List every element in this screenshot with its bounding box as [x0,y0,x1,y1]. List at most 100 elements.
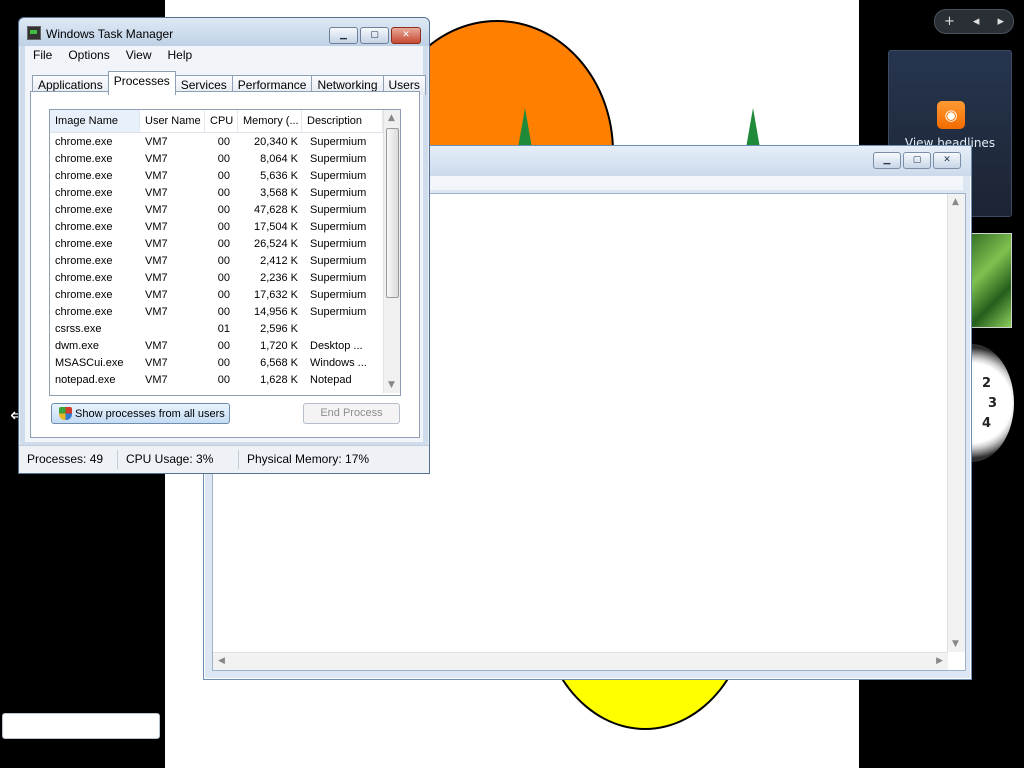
minimize-button[interactable]: ▁ [329,27,358,44]
process-memory: 26,524 K [253,238,298,250]
process-user: VM7 [145,272,168,284]
table-row[interactable]: chrome.exe VM7 00 8,064 K Supermium [50,151,383,168]
gadget-toolbar: + ◂ ▸ [934,9,1014,34]
process-user: VM7 [145,187,168,199]
process-description: Supermium [310,136,367,148]
next-gadget-button[interactable]: ▸ [997,14,1004,29]
show-all-processes-label: Show processes from all users [75,407,225,420]
process-name: chrome.exe [55,170,113,182]
green-spike-shape [746,108,760,148]
task-manager-window: Windows Task Manager ▁ ▢ ✕ File Options … [18,17,430,474]
task-manager-app-icon [27,26,41,40]
table-row[interactable]: dwm.exe VM7 00 1,720 K Desktop ... [50,338,383,355]
maximize-button[interactable]: ▢ [360,27,389,44]
process-user: VM7 [145,153,168,165]
scroll-right-icon[interactable]: ▶ [936,656,943,666]
process-memory: 17,632 K [253,289,298,301]
process-name: notepad.exe [55,374,116,386]
scroll-down-icon[interactable]: ▼ [952,639,959,649]
scroll-up-icon[interactable]: ▲ [388,113,395,123]
taskbar-thumbnail[interactable] [2,713,160,739]
horizontal-scrollbar[interactable]: ◀ ▶ [213,652,948,670]
process-memory: 17,504 K [253,221,298,233]
notepad-window-controls: ▁ ▢ ✕ [873,152,961,169]
process-memory: 47,628 K [253,204,298,216]
process-name: csrss.exe [55,323,102,335]
column-user-name[interactable]: User Name [140,110,205,132]
process-name: chrome.exe [55,306,113,318]
process-cpu: 00 [217,238,230,250]
prev-gadget-button[interactable]: ◂ [973,14,980,29]
menu-file[interactable]: File [25,46,60,65]
table-row[interactable]: chrome.exe VM7 00 20,340 K Supermium [50,134,383,151]
menu-options[interactable]: Options [60,46,117,65]
table-row[interactable]: MSASCui.exe VM7 00 6,568 K Windows ... [50,355,383,372]
scrollbar-thumb[interactable] [386,128,399,298]
table-row[interactable]: csrss.exe 01 2,596 K [50,321,383,338]
vertical-scrollbar[interactable]: ▲ ▼ [947,194,965,652]
process-user: VM7 [145,255,168,267]
window-controls: ▁ ▢ ✕ [329,27,421,44]
table-row[interactable]: chrome.exe VM7 00 2,412 K Supermium [50,253,383,270]
maximize-button[interactable]: ▢ [903,152,931,169]
process-user: VM7 [145,340,168,352]
table-row[interactable]: notepad.exe VM7 00 1,628 K Notepad [50,372,383,389]
process-name: chrome.exe [55,272,113,284]
column-image-name[interactable]: Image Name [50,110,140,132]
process-memory: 8,064 K [260,153,298,165]
process-cpu: 00 [217,357,230,369]
process-description [302,321,383,338]
window-title: Windows Task Manager [46,27,174,41]
menu-help[interactable]: Help [160,46,201,65]
process-user: VM7 [145,170,168,182]
end-process-button[interactable]: End Process [303,403,400,424]
column-memory[interactable]: Memory (... [238,110,302,132]
process-cpu: 00 [217,187,230,199]
process-cpu: 00 [217,204,230,216]
process-cpu: 00 [217,306,230,318]
column-description[interactable]: Description [302,110,383,132]
menu-view[interactable]: View [118,46,160,65]
scroll-up-icon[interactable]: ▲ [952,197,959,207]
process-user: VM7 [145,221,168,233]
show-all-processes-button[interactable]: Show processes from all users [51,403,230,424]
minimize-button[interactable]: ▁ [873,152,901,169]
table-row[interactable]: chrome.exe VM7 00 17,632 K Supermium [50,287,383,304]
table-row[interactable]: chrome.exe VM7 00 47,628 K Supermium [50,202,383,219]
process-description: Windows ... [310,357,367,369]
tab-processes[interactable]: Processes [107,71,176,95]
process-description: Supermium [310,204,367,216]
add-gadget-button[interactable]: + [944,14,955,29]
table-row[interactable]: chrome.exe VM7 00 26,524 K Supermium [50,236,383,253]
clock-number: 4 [982,416,992,431]
process-name: chrome.exe [55,221,113,233]
tab-strip: Applications Processes Services Performa… [32,71,426,95]
column-cpu[interactable]: CPU [205,110,238,132]
slideshow-gadget[interactable] [966,233,1012,328]
table-row[interactable]: chrome.exe VM7 00 3,568 K Supermium [50,185,383,202]
task-manager-titlebar[interactable]: Windows Task Manager ▁ ▢ ✕ [19,18,429,46]
clock-face: 2 3 4 [982,374,997,434]
process-name: chrome.exe [55,204,113,216]
process-cpu: 00 [217,153,230,165]
process-user: VM7 [145,289,168,301]
table-row[interactable]: chrome.exe VM7 00 2,236 K Supermium [50,270,383,287]
scroll-down-icon[interactable]: ▼ [388,380,395,390]
scroll-left-icon[interactable]: ◀ [218,656,225,666]
table-row[interactable]: chrome.exe VM7 00 5,636 K Supermium [50,168,383,185]
close-button[interactable]: ✕ [933,152,961,169]
process-list-scrollbar[interactable]: ▲ ▼ [383,110,400,393]
process-user [140,321,205,338]
process-description: Supermium [310,255,367,267]
process-memory: 2,412 K [260,255,298,267]
close-button[interactable]: ✕ [391,27,421,44]
uac-shield-icon [59,407,72,420]
status-processes: Processes: 49 [19,450,118,469]
table-row[interactable]: chrome.exe VM7 00 17,504 K Supermium [50,219,383,236]
process-list: Image Name User Name CPU Memory (... Des… [49,109,401,396]
process-name: chrome.exe [55,187,113,199]
table-row[interactable]: chrome.exe VM7 00 14,956 K Supermium [50,304,383,321]
process-cpu: 00 [217,255,230,267]
process-description: Supermium [310,289,367,301]
process-user: VM7 [145,238,168,250]
